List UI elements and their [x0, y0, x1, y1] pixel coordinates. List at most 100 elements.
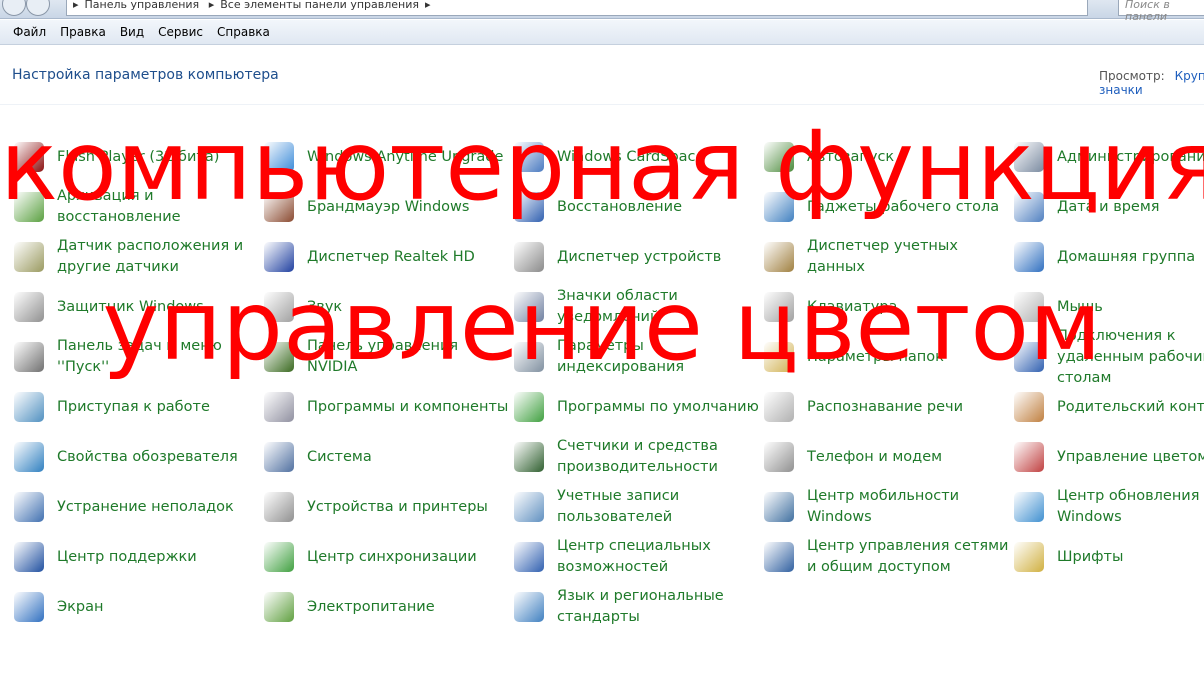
control-panel-item[interactable]: Подключения к удаленным рабочим столам	[1014, 328, 1204, 386]
item-icon	[264, 542, 294, 572]
control-panel-item[interactable]: Гаджеты рабочего стола	[764, 185, 1009, 229]
item-label: Панель задач и меню ''Пуск''	[57, 338, 222, 375]
control-panel-item[interactable]: Панель управления NVIDIA	[264, 335, 509, 379]
control-panel-item[interactable]: Windows CardSpace	[514, 135, 759, 179]
menu-edit[interactable]: Правка	[53, 20, 113, 39]
control-panel-item[interactable]: Дата и время	[1014, 185, 1204, 229]
control-panel-item[interactable]: Параметры папок	[764, 335, 1009, 379]
control-panel-item[interactable]: Диспетчер Realtek HD	[264, 235, 509, 279]
control-panel-item[interactable]: Значки области уведомлений	[514, 285, 759, 329]
control-panel-item[interactable]: Центр специальных возможностей	[514, 535, 759, 579]
search-input[interactable]: Поиск в панели	[1118, 0, 1204, 23]
item-icon	[1014, 142, 1044, 172]
item-icon	[764, 392, 794, 422]
item-label: Телефон и модем	[807, 448, 943, 465]
item-label: Датчик расположения и другие датчики	[57, 238, 244, 275]
menu-tools[interactable]: Сервис	[151, 20, 210, 39]
item-icon	[1014, 442, 1044, 472]
item-icon	[764, 142, 794, 172]
control-panel-item[interactable]: Датчик расположения и другие датчики	[14, 235, 259, 279]
item-label: Гаджеты рабочего стола	[807, 198, 1000, 215]
item-icon	[1014, 492, 1044, 522]
control-panel-item[interactable]: Приступая к работе	[14, 385, 259, 429]
item-label: Звук	[307, 298, 343, 315]
control-panel-item[interactable]: Flash Player (32 бита)	[14, 135, 259, 179]
control-panel-item[interactable]: Распознавание речи	[764, 385, 1009, 429]
menu-file[interactable]: Файл	[6, 20, 53, 39]
item-icon	[1014, 242, 1044, 272]
control-panel-item[interactable]: Параметры индексирования	[514, 335, 759, 379]
control-panel-item[interactable]: Программы по умолчанию	[514, 385, 759, 429]
control-panel-item[interactable]: Экран	[14, 585, 259, 629]
control-panel-item[interactable]: Устранение неполадок	[14, 485, 259, 529]
item-icon	[514, 242, 544, 272]
item-icon	[1014, 542, 1044, 572]
control-panel-item[interactable]: Windows Anytime Upgrade	[264, 135, 509, 179]
control-panel-item[interactable]: Диспетчер устройств	[514, 235, 759, 279]
item-label: Распознавание речи	[807, 398, 964, 415]
control-panel-item[interactable]: Система	[264, 435, 509, 479]
address-bar[interactable]: ▸ Панель управления ▸ Все элементы панели …	[66, 0, 1088, 16]
menu-view[interactable]: Вид	[113, 20, 151, 39]
control-panel-item[interactable]: Программы и компоненты	[264, 385, 509, 429]
item-label: Диспетчер учетных данных	[807, 238, 958, 275]
item-icon	[14, 192, 44, 222]
control-panel-item[interactable]: Язык и региональные стандарты	[514, 585, 759, 629]
control-panel-item[interactable]: Родительский контроль	[1014, 385, 1204, 429]
control-panel-item[interactable]: Электропитание	[264, 585, 509, 629]
breadcrumb-control-panel[interactable]: Панель управления	[85, 0, 200, 11]
item-icon	[514, 542, 544, 572]
item-label: Программы по умолчанию	[557, 398, 759, 415]
control-panel-item[interactable]: Центр мобильности Windows	[764, 485, 1009, 529]
control-panel-item[interactable]: Автозапуск	[764, 135, 1009, 179]
item-icon	[514, 592, 544, 622]
item-label: Счетчики и средства производительности	[557, 438, 718, 475]
view-label: Просмотр:	[1099, 69, 1165, 83]
control-panel-item[interactable]: Шрифты	[1014, 535, 1204, 579]
item-label: Автозапуск	[807, 148, 895, 165]
item-icon	[514, 442, 544, 472]
control-panel-item[interactable]: Учетные записи пользователей	[514, 485, 759, 529]
item-label: Мышь	[1057, 298, 1103, 315]
control-panel-item[interactable]: Мышь	[1014, 285, 1204, 329]
breadcrumb-all-items[interactable]: Все элементы панели управления	[220, 0, 419, 11]
control-panel-item[interactable]: Клавиатура	[764, 285, 1009, 329]
control-panel-item[interactable]: Устройства и принтеры	[264, 485, 509, 529]
control-panel-item[interactable]: Администрирование	[1014, 135, 1204, 179]
item-label: Центр специальных возможностей	[557, 538, 711, 575]
control-panel-item[interactable]: Центр поддержки	[14, 535, 259, 579]
back-button[interactable]	[2, 0, 26, 16]
control-panel-item[interactable]: Звук	[264, 285, 509, 329]
item-label: Подключения к удаленным рабочим столам	[1057, 327, 1204, 386]
item-icon	[764, 242, 794, 272]
control-panel-item[interactable]: Центр обновления Windows	[1014, 485, 1204, 529]
control-panel-item[interactable]: Панель задач и меню ''Пуск''	[14, 335, 259, 379]
item-icon	[264, 492, 294, 522]
control-panel-item[interactable]: Центр управления сетями и общим доступом	[764, 535, 1009, 579]
control-panel-item[interactable]: Защитник Windows	[14, 285, 259, 329]
control-panel-item[interactable]: Диспетчер учетных данных	[764, 235, 1009, 279]
control-panel-item[interactable]: Центр синхронизации	[264, 535, 509, 579]
control-panel-item[interactable]: Счетчики и средства производительности	[514, 435, 759, 479]
control-panel-item[interactable]: Восстановление	[514, 185, 759, 229]
item-icon	[764, 542, 794, 572]
item-label: Родительский контроль	[1057, 398, 1204, 415]
item-label: Windows CardSpace	[557, 148, 705, 165]
menu-help[interactable]: Справка	[210, 20, 277, 39]
control-panel-item[interactable]: Управление цветом	[1014, 435, 1204, 479]
control-panel-item[interactable]: Телефон и модем	[764, 435, 1009, 479]
item-label: Параметры индексирования	[557, 338, 685, 375]
item-icon	[514, 292, 544, 322]
item-icon	[14, 442, 44, 472]
item-icon	[514, 492, 544, 522]
control-panel-item[interactable]: Брандмауэр Windows	[264, 185, 509, 229]
item-icon	[1014, 342, 1044, 372]
item-label: Учетные записи пользователей	[557, 488, 680, 525]
item-label: Центр управления сетями и общим доступом	[807, 538, 1009, 575]
item-icon	[514, 342, 544, 372]
control-panel-item[interactable]: Свойства обозревателя	[14, 435, 259, 479]
control-panel-item[interactable]: Архивация и восстановление	[14, 185, 259, 229]
forward-button[interactable]	[26, 0, 50, 16]
item-label: Диспетчер Realtek HD	[307, 248, 475, 265]
control-panel-item[interactable]: Домашняя группа	[1014, 235, 1204, 279]
